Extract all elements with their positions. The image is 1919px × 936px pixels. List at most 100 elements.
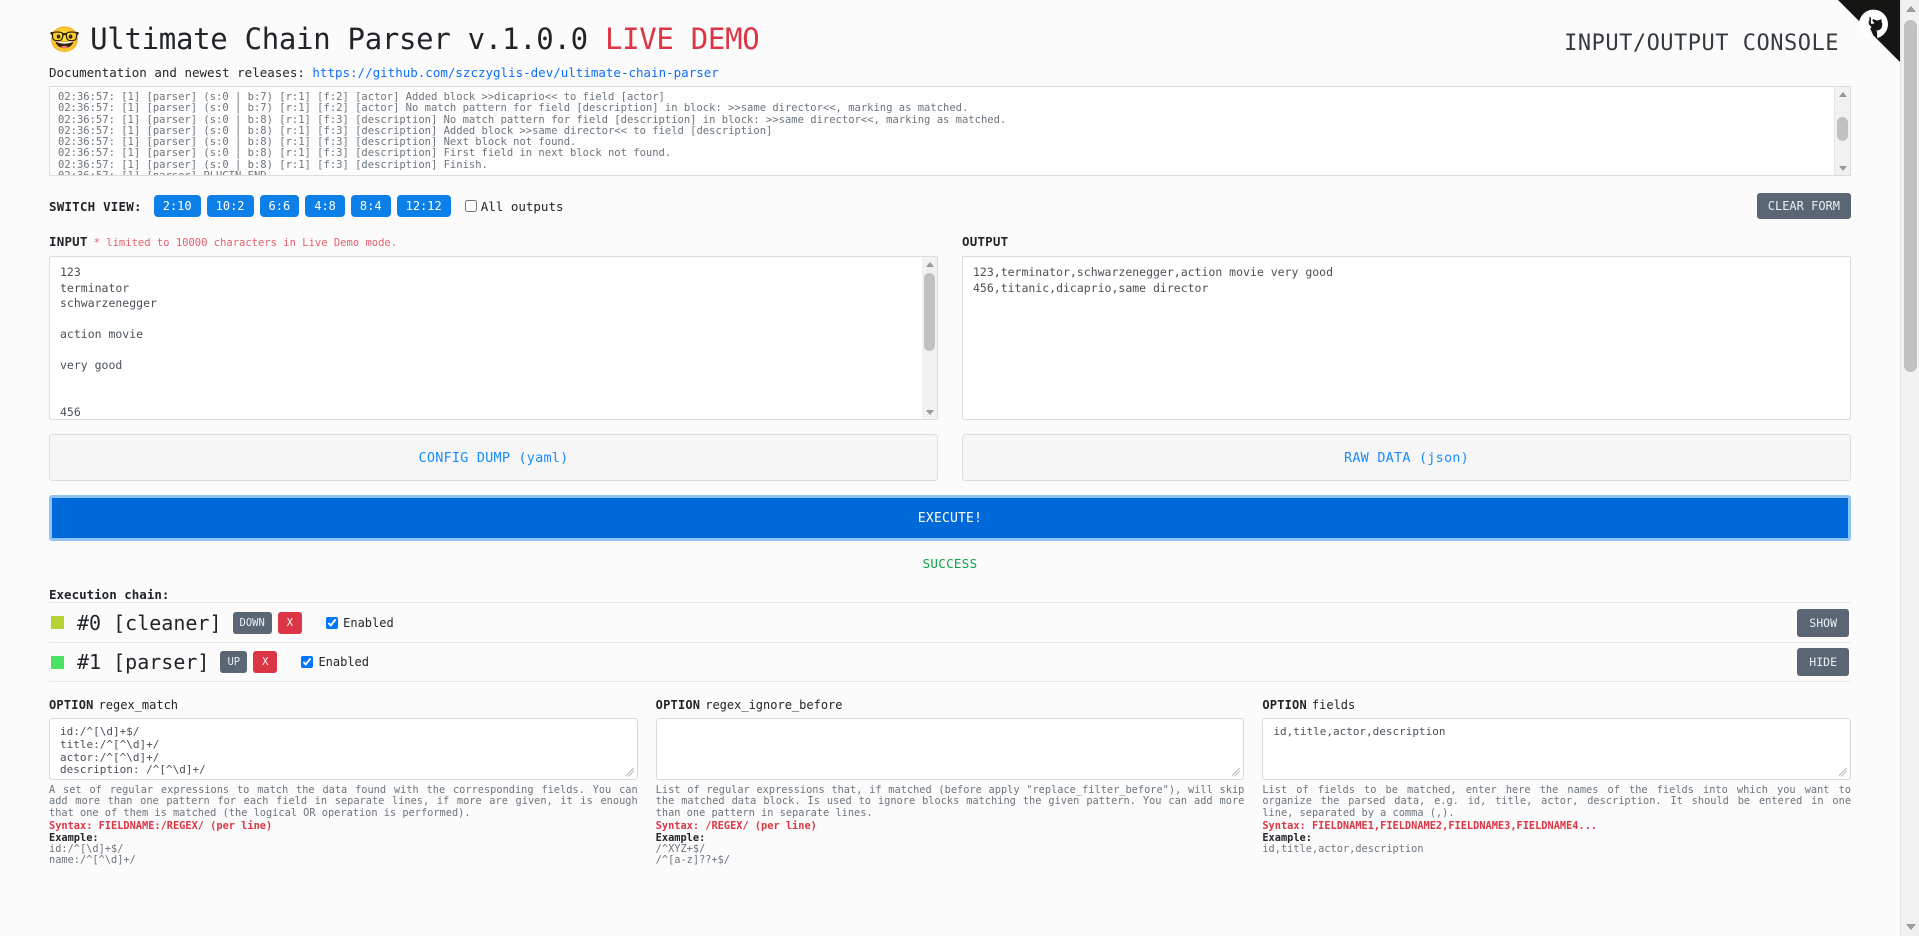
option-example: /^XYZ+$/ /^[a-z]??+$/ [655, 842, 731, 867]
chain-plugin-name: #1 [parser] [77, 650, 210, 674]
switch-view-button-4-8[interactable]: 4:8 [305, 195, 345, 217]
chain-remove-button[interactable]: X [253, 651, 278, 673]
chain-row: #1 [parser] UP X Enabled HIDE [49, 642, 1851, 682]
chain-color-swatch [51, 616, 64, 629]
switch-view-button-2-10[interactable]: 2:10 [153, 195, 201, 217]
log-console[interactable]: 02:36:57: [1] [parser] (s:0 | b:7) [r:1]… [49, 86, 1851, 176]
option-column: OPTION regex_ignore_before List of regular… [655, 698, 1245, 867]
title-group: 🤓 Ultimate Chain Parser v.1.0.0 LIVE DEM… [49, 22, 760, 56]
page-scroll-down-icon[interactable] [1901, 918, 1919, 936]
resize-grip-icon[interactable] [1232, 768, 1242, 777]
input-scroll-down-icon[interactable] [922, 405, 937, 419]
switch-view-button-12-12[interactable]: 12:12 [396, 195, 451, 217]
option-name: fields [1311, 698, 1356, 712]
chain-enabled-label: Enabled [343, 615, 394, 630]
app-page: 🤓 Ultimate Chain Parser v.1.0.0 LIVE DEM… [0, 0, 1919, 936]
option-example: id:/^[\d]+$/ name:/^[^\d]+/ [49, 842, 136, 867]
github-corner-icon[interactable] [1838, 0, 1900, 62]
option-syntax: Syntax: /REGEX/ (per line) [655, 819, 817, 832]
switch-view-button-8-4[interactable]: 8:4 [350, 195, 391, 217]
chain-visibility-button[interactable]: HIDE [1797, 648, 1849, 676]
log-scroll-thumb[interactable] [1837, 117, 1848, 141]
config-dump-button[interactable]: CONFIG DUMP (yaml) [49, 434, 938, 481]
all-outputs-checkbox[interactable] [464, 200, 477, 212]
input-label: INPUT [49, 234, 88, 249]
resize-grip-icon[interactable] [1839, 768, 1848, 777]
output-heading: OUTPUT [962, 234, 1851, 249]
switch-view-button-6-6[interactable]: 6:6 [259, 195, 300, 217]
clear-form-button[interactable]: CLEAR FORM [1756, 193, 1851, 219]
option-value: id:/^[\d]+$/ title:/^[^\d]+/ actor:/^[^\… [60, 725, 206, 777]
log-console-scrollbar[interactable] [1834, 87, 1850, 175]
option-textarea[interactable] [655, 718, 1245, 780]
io-section: INPUT * limited to 10000 characters in Li… [49, 234, 1851, 420]
page-scroll-up-icon[interactable] [1901, 0, 1919, 18]
log-console-lines: 02:36:57: [1] [parser] (s:0 | b:7) [r:1]… [58, 91, 1007, 175]
raw-data-button[interactable]: RAW DATA (json) [962, 434, 1851, 481]
page-title: Ultimate Chain Parser v.1.0.0 LIVE DEMO [90, 22, 760, 56]
chain-move-button[interactable]: UP [220, 651, 248, 673]
chain-enabled-label: Enabled [318, 655, 370, 669]
chain-plugin-name: #0 [cleaner] [77, 610, 222, 635]
switch-view-toolbar: SWITCH VIEW: 2:10 10:2 6:6 4:8 8:4 12:12 All … [49, 193, 1851, 219]
documentation-line: Documentation and newest releases: https… [49, 65, 1851, 80]
resize-grip-icon[interactable] [625, 768, 635, 777]
chain-enabled-toggle[interactable]: Enabled [326, 616, 394, 630]
option-name: regex_match [98, 698, 179, 712]
input-scroll-up-icon[interactable] [922, 257, 937, 271]
page-content: 🤓 Ultimate Chain Parser v.1.0.0 LIVE DEM… [0, 0, 1900, 936]
option-description: List of regular expressions that, if mat… [655, 784, 1245, 819]
option-heading: OPTION regex_ignore_before [656, 698, 1245, 712]
documentation-label: Documentation and newest releases: [49, 65, 305, 80]
option-example-label: Example: [655, 831, 706, 844]
option-column: OPTION fields id,title,actor,description Li… [1262, 698, 1852, 867]
log-scroll-down-icon[interactable] [1835, 161, 1850, 175]
switch-view-button-10-2[interactable]: 10:2 [206, 195, 254, 217]
all-outputs-label: All outputs [480, 198, 564, 214]
switch-view-label: SWITCH VIEW: [49, 198, 142, 214]
option-example: id,title,actor,description [1262, 842, 1424, 855]
option-column: OPTION regex_match id:/^[\d]+$/ title:/^[^… [49, 698, 638, 867]
chain-remove-button[interactable]: X [277, 611, 303, 634]
option-value: id,title,actor,description [1273, 725, 1446, 738]
execution-chain-title: Execution chain: [49, 587, 170, 602]
option-keyword: OPTION [655, 698, 701, 712]
execute-button[interactable]: EXECUTE! [49, 495, 1851, 541]
plugin-options-row: OPTION regex_match id:/^[\d]+$/ title:/^[^… [49, 698, 1852, 867]
chain-move-button[interactable]: DOWN [232, 611, 272, 634]
option-description: List of fields to be matched, enter here… [1262, 784, 1852, 819]
dump-button-row: CONFIG DUMP (yaml) RAW DATA (json) [49, 434, 1851, 481]
chain-color-swatch [51, 655, 64, 669]
chain-enabled-toggle[interactable]: Enabled [301, 655, 369, 669]
documentation-link[interactable]: https://github.com/szczyglis-dev/ultimat… [312, 65, 718, 80]
chain-enabled-checkbox[interactable] [326, 616, 339, 629]
page-scroll-thumb[interactable] [1904, 20, 1917, 372]
page-header: 🤓 Ultimate Chain Parser v.1.0.0 LIVE DEM… [49, 0, 1851, 56]
all-outputs-toggle[interactable]: All outputs [464, 198, 564, 214]
log-scroll-up-icon[interactable] [1835, 87, 1850, 101]
nerd-face-icon: 🤓 [49, 24, 81, 54]
input-heading: INPUT * limited to 10000 characters in Li… [49, 234, 938, 249]
output-column: OUTPUT 123,terminator,schwarzenegger,act… [962, 234, 1851, 420]
input-limit-note: * limited to 10000 characters in Live De… [93, 237, 398, 249]
option-keyword: OPTION [49, 698, 94, 712]
chain-visibility-button[interactable]: SHOW [1797, 608, 1849, 637]
chain-row: #0 [cleaner] DOWN X Enabled SHOW [49, 602, 1851, 642]
input-textarea[interactable]: 123 terminator schwarzenegger action mov… [49, 256, 938, 420]
option-name: regex_ignore_before [705, 698, 843, 712]
console-heading: INPUT/OUTPUT CONSOLE [1564, 31, 1839, 56]
output-textarea[interactable]: 123,terminator,schwarzenegger,action mov… [962, 256, 1851, 420]
input-scroll-thumb[interactable] [924, 273, 935, 351]
page-scrollbar[interactable] [1900, 0, 1919, 936]
option-textarea[interactable]: id,title,actor,description [1262, 718, 1852, 780]
output-label: OUTPUT [962, 234, 1009, 249]
option-textarea[interactable]: id:/^[\d]+$/ title:/^[^\d]+/ actor:/^[^\… [49, 718, 638, 780]
page-title-text: Ultimate Chain Parser v.1.0.0 [90, 22, 588, 56]
input-scrollbar[interactable] [922, 257, 937, 419]
live-demo-badge: LIVE DEMO [604, 22, 760, 56]
option-keyword: OPTION [1262, 698, 1307, 712]
execution-chain-list: #0 [cleaner] DOWN X Enabled SHOW #1 [parser] U… [49, 602, 1851, 682]
chain-enabled-checkbox[interactable] [301, 656, 314, 668]
output-textarea-wrap: 123,terminator,schwarzenegger,action mov… [962, 256, 1851, 420]
input-column: INPUT * limited to 10000 characters in Li… [49, 234, 938, 420]
